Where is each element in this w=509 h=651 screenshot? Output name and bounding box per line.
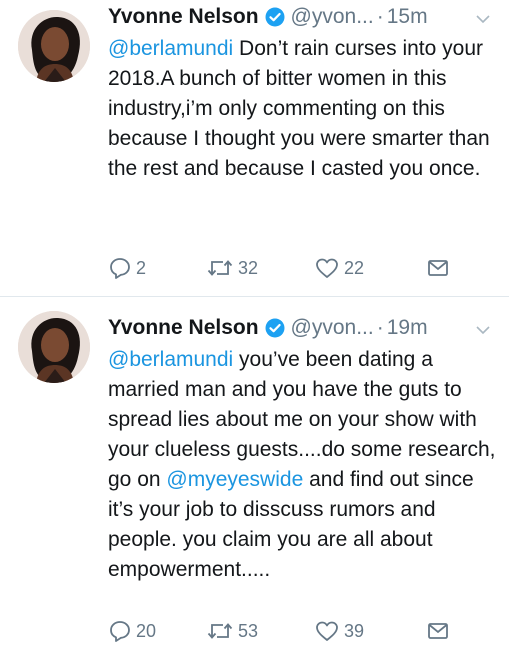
retweet-icon bbox=[206, 256, 234, 280]
direct-message-icon bbox=[426, 256, 450, 280]
separator-dot: · bbox=[376, 316, 384, 339]
mention-link[interactable]: @berlamundi bbox=[108, 348, 233, 371]
verified-badge-icon bbox=[265, 7, 285, 27]
retweet-count: 32 bbox=[238, 257, 259, 278]
tweet: Yvonne Nelson @yvon... · 19m @berlamundi… bbox=[0, 297, 509, 651]
verified-badge-icon bbox=[265, 318, 285, 338]
tweet-actions: 20 53 39 bbox=[108, 619, 499, 643]
direct-message-button[interactable] bbox=[426, 256, 450, 280]
timestamp[interactable]: 19m bbox=[387, 316, 428, 340]
user-handle[interactable]: @yvon... bbox=[291, 5, 374, 29]
direct-message-button[interactable] bbox=[426, 619, 450, 643]
reply-icon bbox=[108, 256, 132, 280]
tweet-text: @berlamundi Don’t rain curses into your … bbox=[108, 34, 499, 184]
retweet-button[interactable]: 32 bbox=[206, 256, 314, 280]
mention-link[interactable]: @berlamundi bbox=[108, 37, 233, 60]
like-count: 22 bbox=[344, 257, 365, 278]
reply-count: 20 bbox=[136, 620, 157, 641]
retweet-icon bbox=[206, 619, 234, 643]
direct-message-icon bbox=[426, 619, 450, 643]
like-icon bbox=[314, 619, 340, 643]
caret-down-icon[interactable] bbox=[475, 320, 491, 336]
user-handle[interactable]: @yvon... bbox=[291, 316, 374, 340]
reply-icon bbox=[108, 619, 132, 643]
display-name[interactable]: Yvonne Nelson bbox=[108, 5, 259, 29]
mention-link-2[interactable]: @myeyeswide bbox=[166, 468, 303, 491]
avatar[interactable] bbox=[18, 10, 90, 82]
tweet: Yvonne Nelson @yvon... · 15m @berlamundi… bbox=[0, 0, 509, 296]
retweet-button[interactable]: 53 bbox=[206, 619, 314, 643]
like-button[interactable]: 39 bbox=[314, 619, 426, 643]
retweet-count: 53 bbox=[238, 620, 259, 641]
caret-down-icon[interactable] bbox=[475, 9, 491, 25]
reply-count: 2 bbox=[136, 257, 147, 278]
like-icon bbox=[314, 256, 340, 280]
tweet-text: @berlamundi you’ve been dating a married… bbox=[108, 345, 499, 585]
timestamp[interactable]: 15m bbox=[387, 5, 428, 29]
separator-dot: · bbox=[376, 5, 384, 28]
reply-button[interactable]: 20 bbox=[108, 619, 206, 643]
display-name[interactable]: Yvonne Nelson bbox=[108, 316, 259, 340]
like-count: 39 bbox=[344, 620, 365, 641]
avatar[interactable] bbox=[18, 311, 90, 383]
tweet-actions: 2 32 22 bbox=[108, 256, 499, 280]
like-button[interactable]: 22 bbox=[314, 256, 426, 280]
reply-button[interactable]: 2 bbox=[108, 256, 206, 280]
